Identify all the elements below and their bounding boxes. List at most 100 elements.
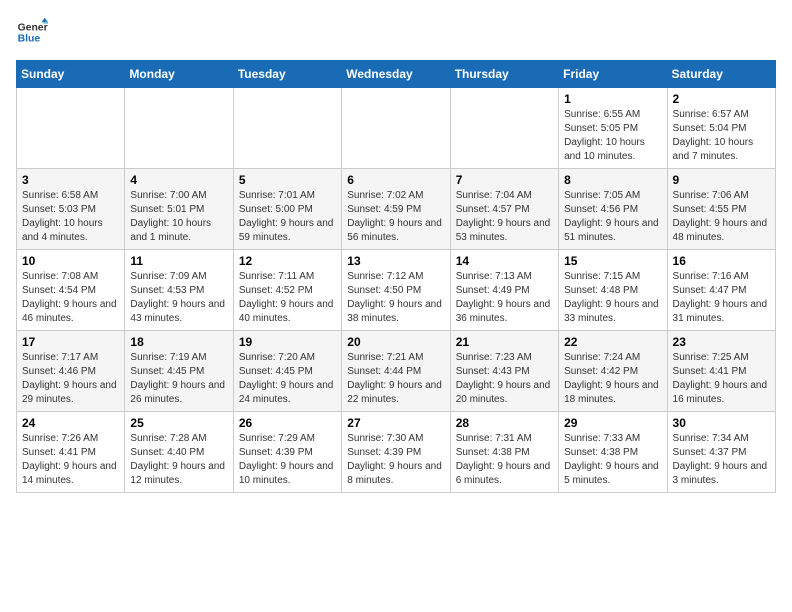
day-info: Sunrise: 7:02 AM Sunset: 4:59 PM Dayligh… <box>347 189 444 245</box>
day-cell-28: 28 Sunrise: 7:31 AM Sunset: 4:38 PM Dayli… <box>450 412 558 493</box>
day-cell-30: 30 Sunrise: 7:34 AM Sunset: 4:37 PM Dayli… <box>667 412 775 493</box>
day-info: Sunrise: 7:26 AM Sunset: 4:41 PM Dayligh… <box>22 432 119 488</box>
day-cell-1: 1 Sunrise: 6:55 AM Sunset: 5:05 PM Daylig… <box>559 88 667 169</box>
day-cell-23: 23 Sunrise: 7:25 AM Sunset: 4:41 PM Dayli… <box>667 331 775 412</box>
day-cell-17: 17 Sunrise: 7:17 AM Sunset: 4:46 PM Dayli… <box>17 331 125 412</box>
day-cell-16: 16 Sunrise: 7:16 AM Sunset: 4:47 PM Dayli… <box>667 250 775 331</box>
day-cell-4: 4Sunrise: 7:00 AM Sunset: 5:01 PM Daylig… <box>125 169 233 250</box>
empty-cell <box>233 88 341 169</box>
day-info: Sunrise: 7:13 AM Sunset: 4:49 PM Dayligh… <box>456 270 553 326</box>
day-cell-27: 27Sunrise: 7:30 AM Sunset: 4:39 PM Dayli… <box>342 412 450 493</box>
day-number: 10 <box>22 254 119 268</box>
day-number: 30 <box>673 416 770 430</box>
day-cell-10: 10 Sunrise: 7:08 AM Sunset: 4:54 PM Dayli… <box>17 250 125 331</box>
day-cell-12: 12 Sunrise: 7:11 AM Sunset: 4:52 PM Dayli… <box>233 250 341 331</box>
logo-icon: General Blue <box>16 16 48 48</box>
day-number: 2 <box>673 92 770 106</box>
svg-text:Blue: Blue <box>18 34 41 45</box>
day-cell-7: 7 Sunrise: 7:04 AM Sunset: 4:57 PM Daylig… <box>450 169 558 250</box>
day-number: 16 <box>673 254 770 268</box>
day-number: 20 <box>347 335 444 349</box>
day-info: Sunrise: 7:25 AM Sunset: 4:41 PM Dayligh… <box>673 351 770 407</box>
day-cell-19: 19Sunrise: 7:20 AM Sunset: 4:45 PM Dayli… <box>233 331 341 412</box>
day-info: Sunrise: 7:01 AM Sunset: 5:00 PM Dayligh… <box>239 189 336 245</box>
week-row-5: 24 Sunrise: 7:26 AM Sunset: 4:41 PM Dayli… <box>17 412 776 493</box>
day-info: Sunrise: 7:11 AM Sunset: 4:52 PM Dayligh… <box>239 270 336 326</box>
day-cell-14: 14 Sunrise: 7:13 AM Sunset: 4:49 PM Dayli… <box>450 250 558 331</box>
day-info: Sunrise: 6:55 AM Sunset: 5:05 PM Dayligh… <box>564 108 661 164</box>
day-info: Sunrise: 7:19 AM Sunset: 4:45 PM Dayligh… <box>130 351 227 407</box>
week-row-4: 17 Sunrise: 7:17 AM Sunset: 4:46 PM Dayli… <box>17 331 776 412</box>
day-cell-25: 25Sunrise: 7:28 AM Sunset: 4:40 PM Dayli… <box>125 412 233 493</box>
day-number: 13 <box>347 254 444 268</box>
week-row-2: 3 Sunrise: 6:58 AM Sunset: 5:03 PM Daylig… <box>17 169 776 250</box>
empty-cell <box>450 88 558 169</box>
weekday-header-row: SundayMondayTuesdayWednesdayThursdayFrid… <box>17 61 776 88</box>
day-number: 1 <box>564 92 661 106</box>
day-number: 23 <box>673 335 770 349</box>
day-info: Sunrise: 7:09 AM Sunset: 4:53 PM Dayligh… <box>130 270 227 326</box>
day-cell-3: 3 Sunrise: 6:58 AM Sunset: 5:03 PM Daylig… <box>17 169 125 250</box>
calendar-table: SundayMondayTuesdayWednesdayThursdayFrid… <box>16 60 776 493</box>
day-info: Sunrise: 7:16 AM Sunset: 4:47 PM Dayligh… <box>673 270 770 326</box>
day-cell-13: 13 Sunrise: 7:12 AM Sunset: 4:50 PM Dayli… <box>342 250 450 331</box>
day-cell-15: 15Sunrise: 7:15 AM Sunset: 4:48 PM Dayli… <box>559 250 667 331</box>
day-number: 17 <box>22 335 119 349</box>
day-info: Sunrise: 7:17 AM Sunset: 4:46 PM Dayligh… <box>22 351 119 407</box>
day-info: Sunrise: 7:30 AM Sunset: 4:39 PM Dayligh… <box>347 432 444 488</box>
weekday-header-wednesday: Wednesday <box>342 61 450 88</box>
day-number: 22 <box>564 335 661 349</box>
day-info: Sunrise: 7:21 AM Sunset: 4:44 PM Dayligh… <box>347 351 444 407</box>
day-cell-8: 8Sunrise: 7:05 AM Sunset: 4:56 PM Daylig… <box>559 169 667 250</box>
empty-cell <box>17 88 125 169</box>
day-cell-2: 2 Sunrise: 6:57 AM Sunset: 5:04 PM Daylig… <box>667 88 775 169</box>
day-cell-5: 5 Sunrise: 7:01 AM Sunset: 5:00 PM Daylig… <box>233 169 341 250</box>
day-info: Sunrise: 7:05 AM Sunset: 4:56 PM Dayligh… <box>564 189 661 245</box>
day-info: Sunrise: 7:04 AM Sunset: 4:57 PM Dayligh… <box>456 189 553 245</box>
day-cell-29: 29 Sunrise: 7:33 AM Sunset: 4:38 PM Dayli… <box>559 412 667 493</box>
day-number: 7 <box>456 173 553 187</box>
day-cell-6: 6 Sunrise: 7:02 AM Sunset: 4:59 PM Daylig… <box>342 169 450 250</box>
day-info: Sunrise: 7:08 AM Sunset: 4:54 PM Dayligh… <box>22 270 119 326</box>
day-number: 24 <box>22 416 119 430</box>
day-info: Sunrise: 7:24 AM Sunset: 4:42 PM Dayligh… <box>564 351 661 407</box>
day-number: 5 <box>239 173 336 187</box>
day-info: Sunrise: 7:34 AM Sunset: 4:37 PM Dayligh… <box>673 432 770 488</box>
day-cell-18: 18Sunrise: 7:19 AM Sunset: 4:45 PM Dayli… <box>125 331 233 412</box>
day-number: 9 <box>673 173 770 187</box>
day-info: Sunrise: 6:58 AM Sunset: 5:03 PM Dayligh… <box>22 189 119 245</box>
day-number: 21 <box>456 335 553 349</box>
day-info: Sunrise: 7:12 AM Sunset: 4:50 PM Dayligh… <box>347 270 444 326</box>
weekday-header-thursday: Thursday <box>450 61 558 88</box>
logo: General Blue <box>16 16 48 48</box>
day-number: 29 <box>564 416 661 430</box>
day-info: Sunrise: 6:57 AM Sunset: 5:04 PM Dayligh… <box>673 108 770 164</box>
day-info: Sunrise: 7:31 AM Sunset: 4:38 PM Dayligh… <box>456 432 553 488</box>
svg-text:General: General <box>18 22 48 33</box>
day-info: Sunrise: 7:29 AM Sunset: 4:39 PM Dayligh… <box>239 432 336 488</box>
day-number: 14 <box>456 254 553 268</box>
week-row-1: 1 Sunrise: 6:55 AM Sunset: 5:05 PM Daylig… <box>17 88 776 169</box>
weekday-header-friday: Friday <box>559 61 667 88</box>
day-number: 25 <box>130 416 227 430</box>
weekday-header-tuesday: Tuesday <box>233 61 341 88</box>
day-number: 15 <box>564 254 661 268</box>
day-number: 26 <box>239 416 336 430</box>
day-info: Sunrise: 7:20 AM Sunset: 4:45 PM Dayligh… <box>239 351 336 407</box>
empty-cell <box>125 88 233 169</box>
day-info: Sunrise: 7:33 AM Sunset: 4:38 PM Dayligh… <box>564 432 661 488</box>
day-number: 28 <box>456 416 553 430</box>
day-cell-9: 9 Sunrise: 7:06 AM Sunset: 4:55 PM Daylig… <box>667 169 775 250</box>
day-number: 6 <box>347 173 444 187</box>
day-number: 12 <box>239 254 336 268</box>
day-number: 3 <box>22 173 119 187</box>
weekday-header-sunday: Sunday <box>17 61 125 88</box>
header: General Blue <box>16 16 776 48</box>
weekday-header-saturday: Saturday <box>667 61 775 88</box>
day-cell-26: 26 Sunrise: 7:29 AM Sunset: 4:39 PM Dayli… <box>233 412 341 493</box>
empty-cell <box>342 88 450 169</box>
week-row-3: 10 Sunrise: 7:08 AM Sunset: 4:54 PM Dayli… <box>17 250 776 331</box>
day-info: Sunrise: 7:06 AM Sunset: 4:55 PM Dayligh… <box>673 189 770 245</box>
day-info: Sunrise: 7:23 AM Sunset: 4:43 PM Dayligh… <box>456 351 553 407</box>
day-info: Sunrise: 7:00 AM Sunset: 5:01 PM Dayligh… <box>130 189 227 245</box>
